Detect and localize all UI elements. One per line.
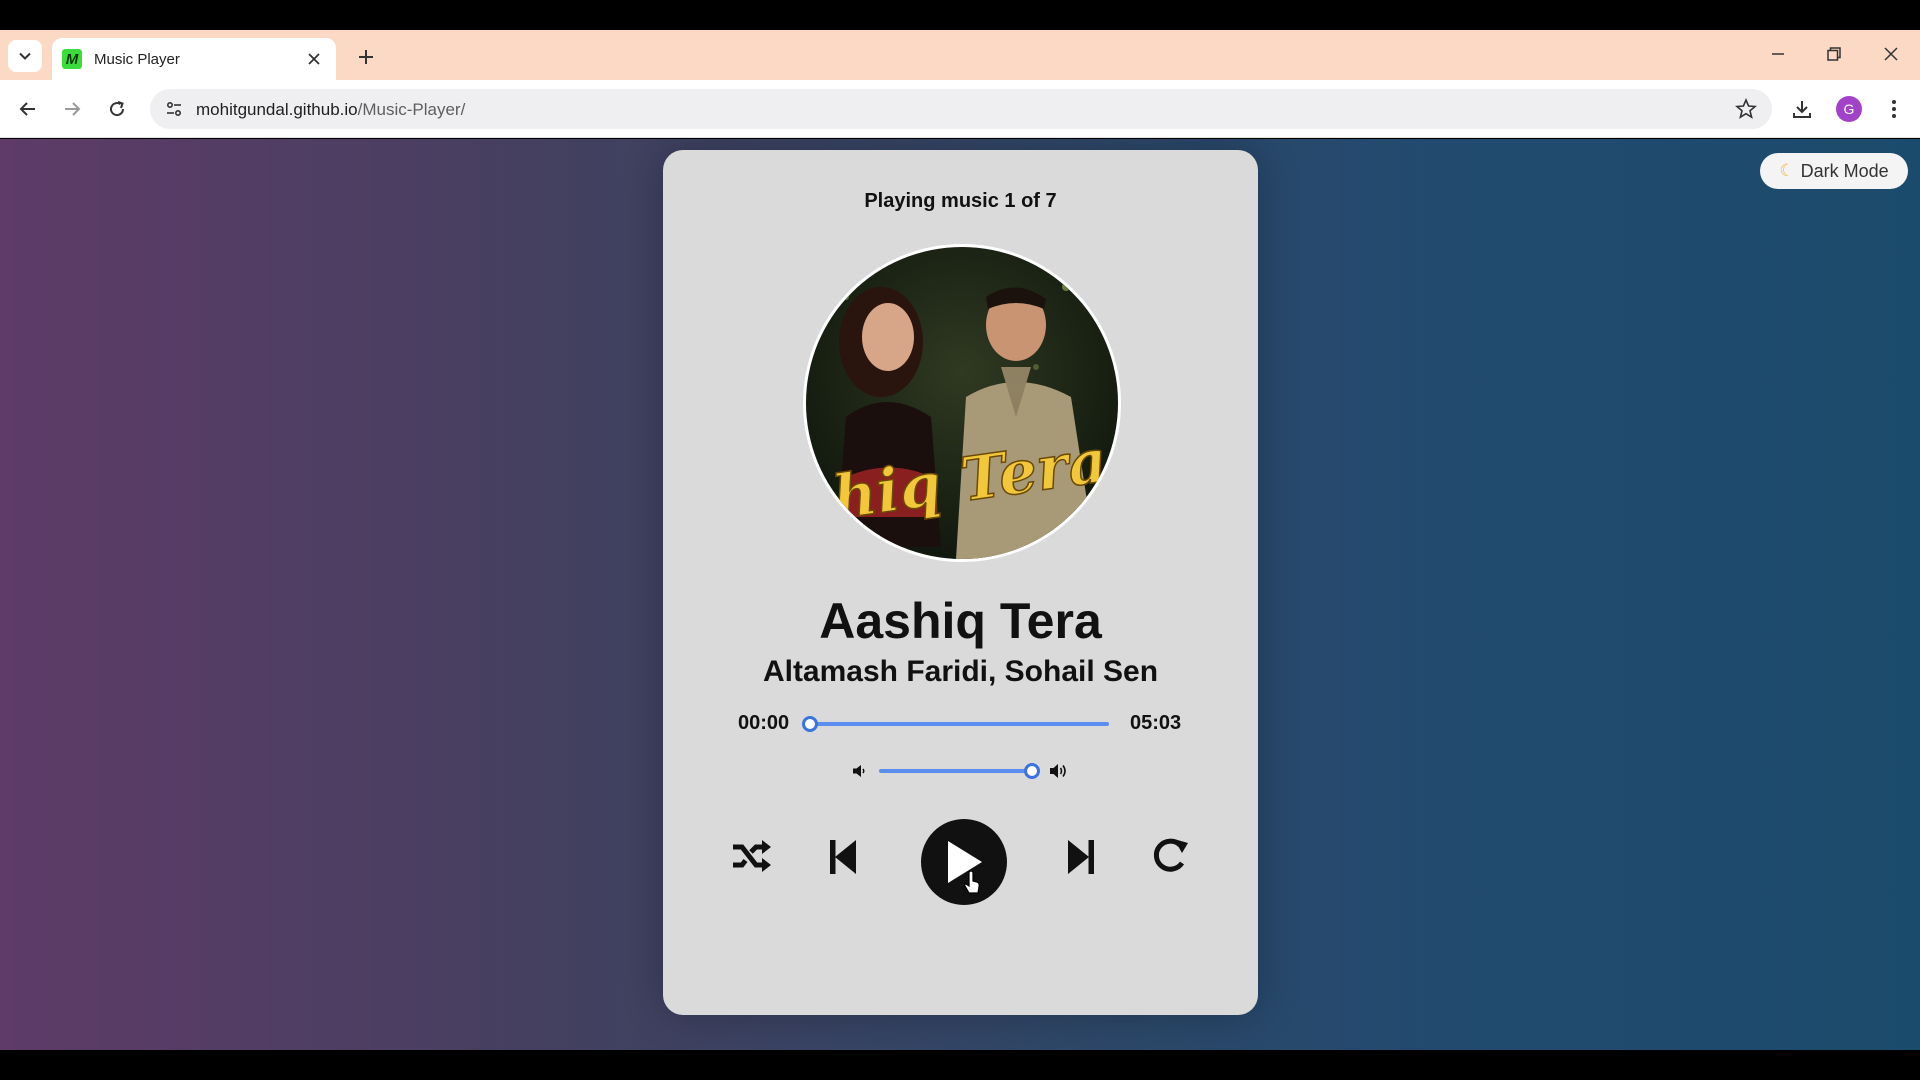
tab-strip: M Music Player — [0, 30, 1920, 80]
volume-slider[interactable] — [879, 769, 1032, 773]
duration: 05:03 — [1130, 712, 1182, 734]
next-button[interactable] — [1061, 835, 1101, 879]
minimize-button[interactable] — [1758, 38, 1798, 70]
volume-thumb[interactable] — [1024, 763, 1040, 779]
mouse-cursor-icon — [964, 871, 980, 894]
close-icon — [308, 53, 320, 65]
reload-button[interactable] — [101, 93, 133, 125]
screen-bottom-bar — [0, 1050, 1920, 1080]
shuffle-icon — [733, 840, 771, 872]
volume-mute-button[interactable] — [849, 760, 871, 782]
next-icon — [1068, 840, 1094, 874]
tab-title: Music Player — [94, 50, 180, 68]
minimize-icon — [1772, 53, 1784, 55]
browser-toolbar: mohitgundal.github.io/Music-Player/ G — [0, 80, 1920, 138]
moon-icon: ☾ — [1779, 161, 1795, 180]
album-art-image: shiq Tera — [806, 247, 1118, 559]
volume-low-icon — [853, 765, 865, 777]
menu-button[interactable] — [1878, 93, 1910, 125]
close-icon — [1884, 47, 1898, 61]
arrow-right-icon — [65, 102, 81, 116]
url-host: mohitgundal.github.io — [196, 100, 358, 119]
new-tab-button[interactable] — [351, 42, 381, 72]
back-button[interactable] — [12, 93, 44, 125]
album-art: shiq Tera — [803, 244, 1121, 562]
screen-top-bar — [0, 0, 1920, 30]
previous-icon — [830, 840, 856, 874]
chevron-down-icon — [19, 52, 31, 60]
restore-button[interactable] — [1814, 38, 1854, 70]
repeat-icon — [1153, 838, 1188, 872]
profile-avatar[interactable]: G — [1836, 96, 1862, 122]
tab-search-button[interactable] — [8, 40, 42, 72]
current-time: 00:00 — [738, 712, 790, 734]
tab-close-button[interactable] — [302, 47, 326, 71]
playing-status: Playing music 1 of 7 — [864, 190, 1057, 212]
downloads-button[interactable] — [1786, 93, 1818, 125]
url-text: mohitgundal.github.io/Music-Player/ — [196, 100, 465, 120]
artist-name: Altamash Faridi, Sohail Sen — [762, 655, 1159, 688]
repeat-button[interactable] — [1149, 834, 1193, 878]
restore-icon — [1827, 47, 1841, 61]
volume-high-icon — [1050, 764, 1066, 778]
song-title: Aashiq Tera — [819, 593, 1102, 649]
dark-mode-label: Dark Mode — [1800, 160, 1889, 181]
site-info-icon[interactable] — [160, 95, 188, 123]
favicon-icon: M — [62, 49, 82, 69]
more-vertical-icon — [1892, 100, 1896, 118]
dark-mode-button[interactable]: ☾ Dark Mode — [1760, 153, 1908, 189]
plus-icon — [359, 50, 373, 64]
tab-music-player[interactable]: M Music Player — [52, 38, 336, 80]
progress-bar[interactable] — [810, 722, 1109, 726]
previous-button[interactable] — [823, 835, 863, 879]
player-card: Playing music 1 of 7 shiq Tera Aashiq Te… — [663, 150, 1258, 1015]
close-window-button[interactable] — [1871, 38, 1911, 70]
forward-button[interactable] — [56, 93, 88, 125]
bookmark-star-icon[interactable] — [1734, 97, 1758, 121]
progress-thumb[interactable] — [802, 716, 818, 732]
volume-max-button[interactable] — [1047, 759, 1071, 783]
download-icon — [1793, 101, 1811, 118]
url-path: /Music-Player/ — [357, 100, 466, 119]
shuffle-button[interactable] — [729, 833, 775, 879]
arrow-left-icon — [19, 102, 35, 116]
address-bar[interactable]: mohitgundal.github.io/Music-Player/ — [150, 89, 1772, 129]
page-content: ☾ Dark Mode Playing music 1 of 7 shiq Te… — [0, 139, 1920, 1050]
reload-icon — [110, 101, 125, 117]
